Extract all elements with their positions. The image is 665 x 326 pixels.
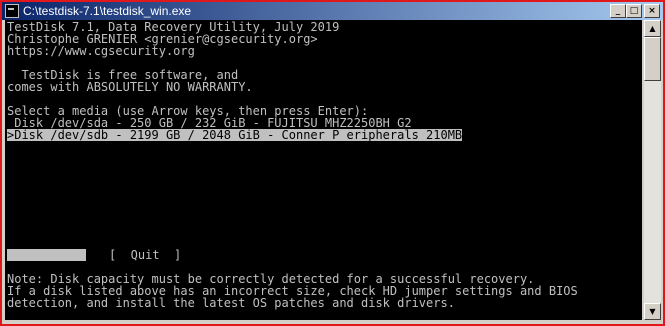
license-line: comes with ABSOLUTELY NO WARRANTY. (7, 80, 253, 94)
title-bar[interactable]: C:\testdisk-7.1\testdisk_win.exe _ □ × (2, 2, 663, 20)
scrollbar-thumb[interactable] (644, 37, 661, 81)
note-line: detection, and install the latest OS pat… (7, 296, 455, 310)
down-arrow-icon[interactable]: ▼ (644, 303, 661, 320)
quit-button[interactable]: [ Quit ] (109, 249, 181, 261)
close-button[interactable]: × (644, 4, 660, 18)
vertical-scrollbar[interactable]: ▲ ▼ (644, 20, 661, 320)
maximize-button[interactable]: □ (626, 4, 642, 18)
console-window: C:\testdisk-7.1\testdisk_win.exe _ □ × T… (0, 0, 665, 326)
minimize-button[interactable]: _ (610, 4, 626, 18)
up-arrow-icon[interactable]: ▲ (644, 20, 661, 37)
header-line: https://www.cgsecurity.org (7, 44, 195, 58)
window-title: C:\testdisk-7.1\testdisk_win.exe (23, 4, 192, 18)
media-item-sdb[interactable]: >Disk /dev/sdb - 2199 GB / 2048 GiB - Co… (7, 129, 463, 141)
proceed-button[interactable]: >[Proceed ] (7, 249, 87, 261)
console-icon[interactable] (5, 4, 19, 18)
console-output[interactable]: TestDisk 7.1, Data Recovery Utility, Jul… (5, 20, 642, 320)
